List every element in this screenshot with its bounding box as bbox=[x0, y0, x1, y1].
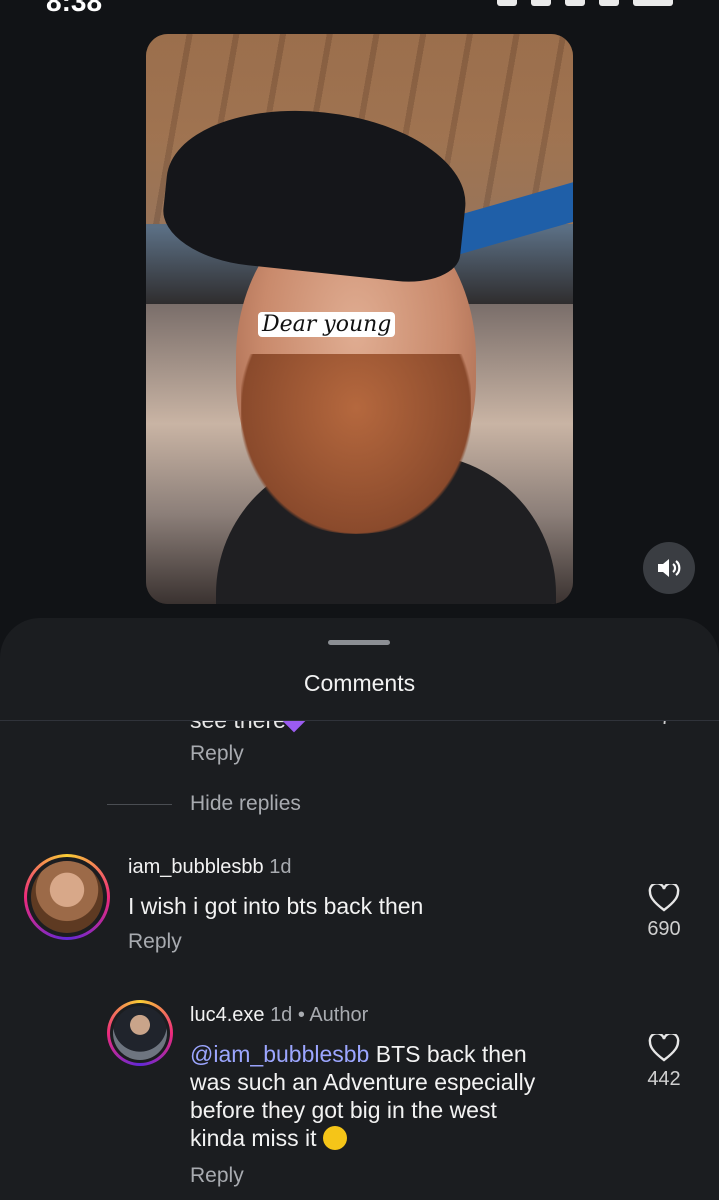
battery-icon bbox=[633, 0, 673, 6]
purple-heart-emoji-icon bbox=[282, 721, 306, 733]
person-beard bbox=[241, 354, 471, 534]
comment-username[interactable]: iam_bubblesbb 1d bbox=[128, 856, 291, 879]
status-time: 8:38 bbox=[46, 0, 102, 14]
like-count: 690 bbox=[647, 918, 681, 940]
like-count: 442 bbox=[647, 1068, 681, 1090]
clipped-comment: see there 7 bbox=[190, 721, 710, 739]
sheet-drag-handle[interactable] bbox=[328, 640, 390, 645]
comment-text: I wish i got into bts back then bbox=[128, 893, 424, 919]
mention-link[interactable]: @iam_bubblesbb bbox=[190, 1041, 369, 1067]
mute-status-icon bbox=[531, 0, 551, 6]
hide-replies-line bbox=[107, 804, 172, 805]
reply-button[interactable]: Reply bbox=[190, 742, 244, 766]
reply-button[interactable]: Reply bbox=[128, 930, 182, 954]
reply-button[interactable]: Reply bbox=[190, 1164, 244, 1188]
like-button[interactable]: 690 bbox=[634, 884, 694, 941]
heart-icon bbox=[648, 1034, 680, 1062]
signal-icon bbox=[599, 0, 619, 6]
sheet-title: Comments bbox=[303, 670, 416, 696]
video-player[interactable]: Dear young bbox=[146, 34, 573, 604]
speaker-icon bbox=[658, 559, 681, 577]
avatar[interactable] bbox=[24, 854, 110, 940]
notification-icon bbox=[497, 0, 517, 6]
status-bar: 8:38 bbox=[0, 0, 719, 14]
avatar-image bbox=[31, 861, 103, 933]
comments-sheet: Comments see there 7 Reply Hide replies … bbox=[0, 618, 719, 1200]
smiling-tear-emoji-icon bbox=[322, 1126, 347, 1150]
comment-text: @iam_bubblesbb BTS back then was such an… bbox=[190, 1041, 536, 1151]
video-caption: Dear young bbox=[258, 312, 396, 337]
comment-username[interactable]: luc4.exe 1d • Author bbox=[190, 1004, 368, 1027]
avatar-image bbox=[113, 1006, 167, 1060]
heart-icon bbox=[648, 884, 680, 912]
sound-toggle-button[interactable] bbox=[643, 542, 695, 594]
status-icons bbox=[497, 0, 673, 6]
like-button[interactable]: 442 bbox=[634, 1034, 694, 1091]
hide-replies-button[interactable]: Hide replies bbox=[190, 792, 301, 816]
wifi-icon bbox=[565, 0, 585, 6]
clipped-like-count: 7 bbox=[660, 721, 671, 730]
avatar[interactable] bbox=[107, 1000, 173, 1066]
author-badge: Author bbox=[309, 1004, 369, 1026]
clipped-comment-text: see there bbox=[190, 721, 286, 734]
